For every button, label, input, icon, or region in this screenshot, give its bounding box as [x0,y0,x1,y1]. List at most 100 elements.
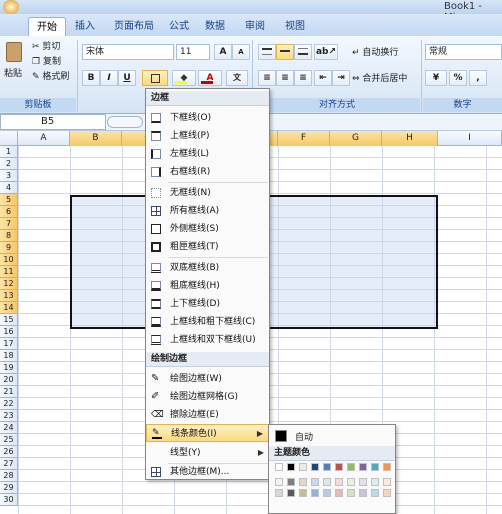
row-header[interactable]: 16 [0,326,18,338]
row-header[interactable]: 29 [0,482,18,494]
menu-item-outside-borders[interactable]: 外侧框线(S) [146,220,269,238]
menu-item-line-color[interactable]: ✎ 线条颜色(I) ▶ [146,424,269,442]
row-header[interactable]: 26 [0,446,18,458]
row-header[interactable]: 7 [0,218,18,230]
formula-expand-button[interactable] [107,116,143,128]
tab-page-layout[interactable]: 页面布局 [108,17,160,36]
menu-item-all-borders[interactable]: 所有框线(A) [146,202,269,220]
color-swatch[interactable] [383,489,391,497]
automatic-color-option[interactable]: 自动 [271,427,393,445]
color-swatch[interactable] [359,489,367,497]
menu-item-left-border[interactable]: 左框线(L) [146,145,269,163]
column-header[interactable]: H [382,131,438,146]
align-left-button[interactable]: ≡ [258,70,276,86]
underline-button[interactable]: U [118,70,136,86]
name-box[interactable]: B5 [0,114,106,130]
merge-center-button[interactable]: ⇔ 合并后居中 [352,73,407,85]
row-header[interactable]: 8 [0,230,18,242]
font-size-select[interactable]: 11 [176,44,210,60]
color-swatch[interactable] [287,463,295,471]
row-header[interactable]: 23 [0,410,18,422]
paste-button[interactable]: 粘贴 [3,40,25,86]
number-format-select[interactable]: 常规 [425,44,502,60]
row-header[interactable]: 28 [0,470,18,482]
shrink-font-button[interactable]: A [232,44,250,60]
menu-item-erase-border[interactable]: ⌫ 擦除边框(E) [146,406,269,424]
tab-home[interactable]: 开始 [28,17,66,36]
color-swatch[interactable] [335,463,343,471]
menu-item-no-border[interactable]: 无框线(N) [146,184,269,202]
menu-item-thick-bottom-border[interactable]: 粗底框线(H) [146,277,269,295]
format-painter-button[interactable]: ✎ 格式刷 [32,71,69,83]
color-swatch[interactable] [299,463,307,471]
column-header[interactable]: I [438,131,502,146]
color-swatch[interactable] [371,489,379,497]
font-color-button[interactable]: A [198,70,222,86]
menu-item-top-thick-bottom-border[interactable]: 上框线和粗下框线(C) [146,313,269,331]
color-swatch[interactable] [371,478,379,486]
orientation-button[interactable]: ab↗ [314,44,338,60]
color-swatch[interactable] [335,478,343,486]
menu-item-top-double-bottom-border[interactable]: 上框线和双下框线(U) [146,331,269,349]
menu-item-thick-box-border[interactable]: 粗匣框线(T) [146,238,269,256]
phonetic-button[interactable]: 文 [226,70,248,86]
italic-button[interactable]: I [100,70,118,86]
color-swatch[interactable] [311,489,319,497]
row-header[interactable]: 9 [0,242,18,254]
bold-button[interactable]: B [82,70,100,86]
fill-color-button[interactable]: ◆ [172,70,196,86]
color-swatch[interactable] [347,478,355,486]
align-bottom-button[interactable] [294,44,312,60]
menu-item-draw-border[interactable]: ✎ 绘图边框(W) [146,370,269,388]
column-header[interactable]: B [70,131,122,146]
color-swatch[interactable] [287,478,295,486]
color-swatch[interactable] [311,478,319,486]
menu-item-draw-border-grid[interactable]: ✐ 绘图边框网格(G) [146,388,269,406]
row-header[interactable]: 12 [0,278,18,290]
menu-item-more-borders[interactable]: 其他边框(M)... [146,463,269,481]
office-button[interactable] [3,0,19,14]
copy-button[interactable]: ❐ 复制 [32,56,61,68]
wrap-text-button[interactable]: ↵ 自动换行 [352,47,398,59]
row-header[interactable]: 24 [0,422,18,434]
border-button[interactable] [142,70,168,86]
color-swatch[interactable] [287,489,295,497]
row-header[interactable]: 15 [0,314,18,326]
row-header[interactable]: 25 [0,434,18,446]
row-header[interactable]: 11 [0,266,18,278]
tab-formulas[interactable]: 公式 [164,17,194,36]
menu-item-top-bottom-border[interactable]: 上下框线(D) [146,295,269,313]
menu-item-line-style[interactable]: 线型(Y) ▶ [146,444,269,462]
align-right-button[interactable]: ≡ [294,70,312,86]
row-header[interactable]: 3 [0,170,18,182]
comma-button[interactable]: , [469,70,487,86]
align-center-button[interactable]: ≡ [276,70,294,86]
row-header[interactable]: 13 [0,290,18,302]
row-header[interactable]: 14 [0,302,18,314]
increase-indent-button[interactable]: ⇥ [332,70,350,86]
menu-item-bottom-border[interactable]: 下框线(O) [146,109,269,127]
color-swatch[interactable] [371,463,379,471]
decrease-indent-button[interactable]: ⇤ [314,70,332,86]
row-header[interactable]: 4 [0,182,18,194]
column-header[interactable]: F [278,131,330,146]
row-header[interactable]: 17 [0,338,18,350]
menu-item-bottom-double-border[interactable]: 双底框线(B) [146,259,269,277]
color-swatch[interactable] [299,489,307,497]
align-middle-button[interactable] [276,44,294,60]
tab-view[interactable]: 视图 [280,17,310,36]
color-swatch[interactable] [275,478,283,486]
row-header[interactable]: 21 [0,386,18,398]
color-swatch[interactable] [275,489,283,497]
color-swatch[interactable] [383,463,391,471]
color-swatch[interactable] [323,478,331,486]
cut-button[interactable]: ✂ 剪切 [32,41,60,53]
row-header[interactable]: 22 [0,398,18,410]
color-swatch[interactable] [299,478,307,486]
row-header[interactable]: 19 [0,362,18,374]
color-swatch[interactable] [323,489,331,497]
row-header[interactable]: 6 [0,206,18,218]
row-header[interactable]: 5 [0,194,18,206]
column-header[interactable]: A [18,131,70,146]
menu-item-top-border[interactable]: 上框线(P) [146,127,269,145]
